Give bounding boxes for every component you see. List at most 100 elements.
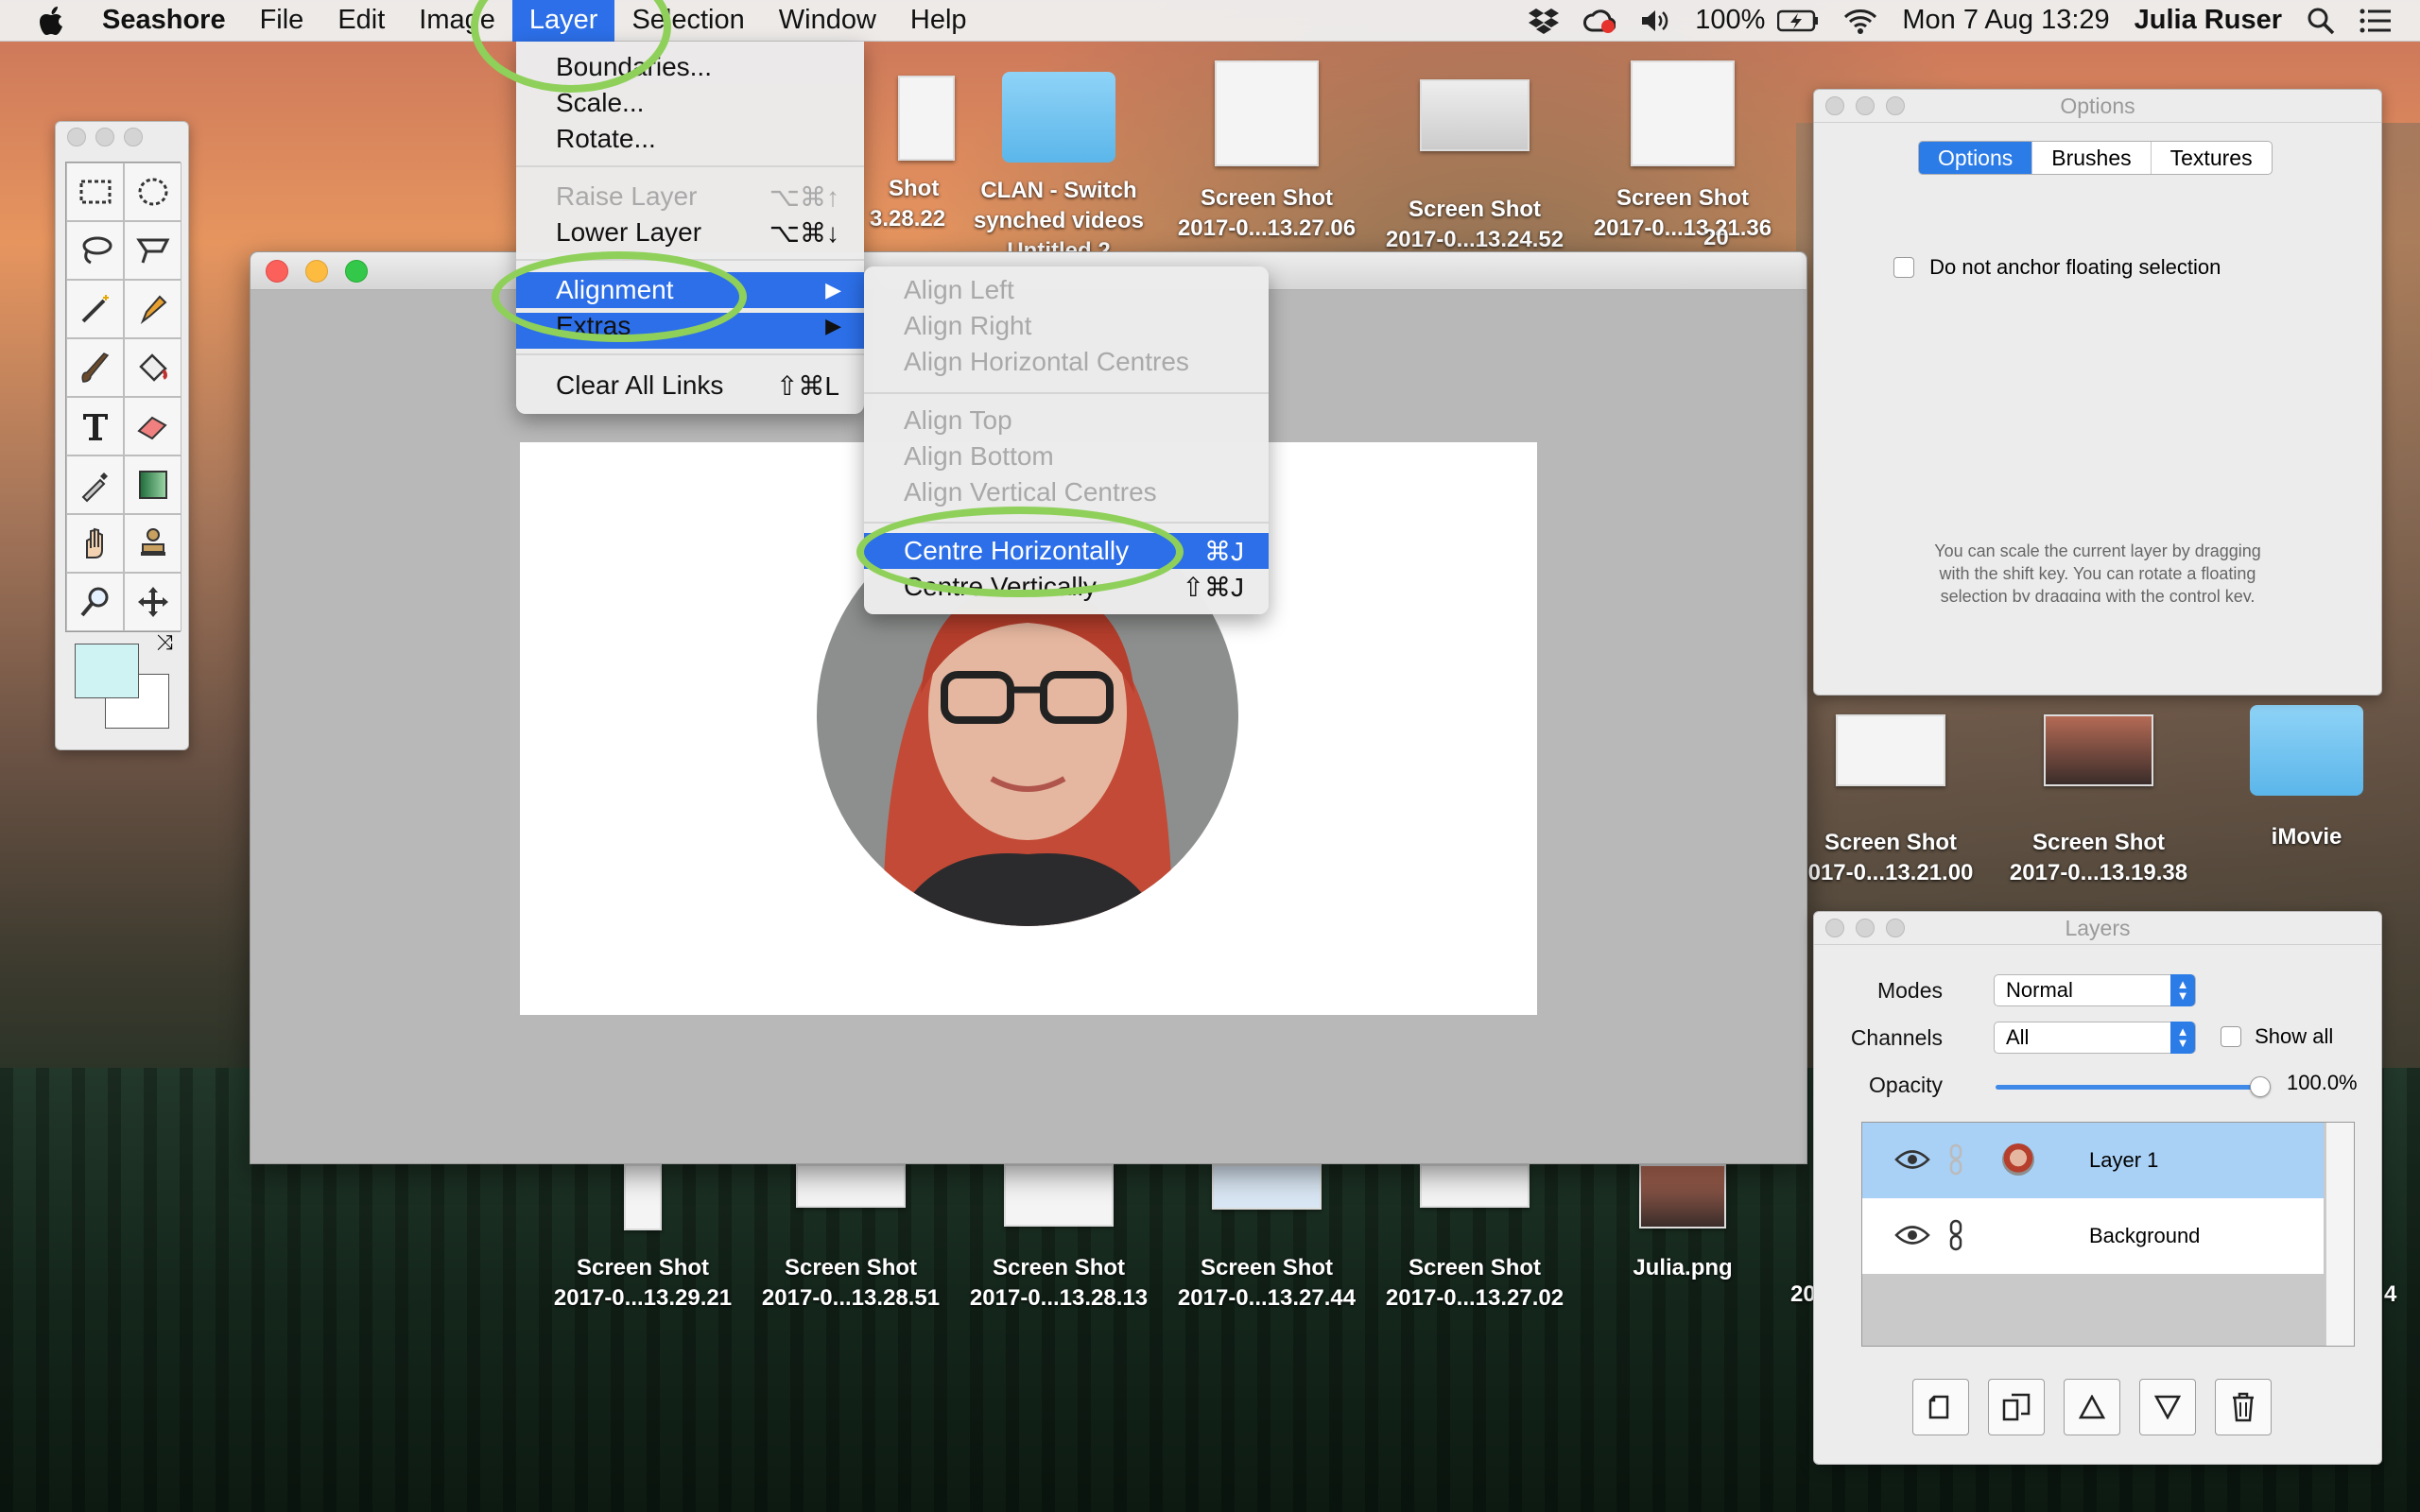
ellipse-select-tool[interactable]: [124, 163, 182, 221]
color-swatches: ⤨: [75, 630, 173, 738]
zoom-tool[interactable]: [66, 573, 124, 631]
eye-visibility-icon[interactable]: [1894, 1225, 1930, 1251]
dropbox-icon[interactable]: [1516, 0, 1571, 42]
close-button[interactable]: [1825, 919, 1844, 937]
menu-window[interactable]: Window: [762, 0, 893, 42]
layers-panel-title: Layers: [2065, 915, 2131, 940]
anchor-floating-checkbox[interactable]: [1893, 257, 1914, 279]
menu-item-rotate[interactable]: Rotate...: [516, 121, 864, 157]
modes-select[interactable]: Normal ▲ ▼: [1994, 974, 2196, 1006]
close-button[interactable]: [266, 259, 288, 283]
desktop-icon-screenshot[interactable]: Screen Shot 2017-0...13.27.44: [1163, 1164, 1371, 1314]
menu-item-clear-all-links[interactable]: Clear All Links ⇧⌘L: [516, 368, 864, 404]
gradient-tool[interactable]: [124, 455, 182, 514]
clock[interactable]: Mon 7 Aug 13:29: [1890, 0, 2121, 42]
desktop-icon-partial[interactable]: 20: [1703, 223, 1741, 253]
foreground-color-swatch[interactable]: [75, 644, 139, 698]
desktop-icon-screenshot[interactable]: Screen Shot 2017-0...13.28.51: [747, 1164, 955, 1314]
layer-row-background[interactable]: Background: [1862, 1198, 2324, 1274]
user-name[interactable]: Julia Ruser: [2122, 0, 2294, 42]
duplicate-layer-button[interactable]: [1988, 1379, 2045, 1435]
text-tool[interactable]: [66, 397, 124, 455]
desktop-icon-screenshot[interactable]: Screen Shot 2017-0...13.28.13: [955, 1164, 1163, 1314]
chain-link-icon[interactable]: [1949, 1219, 1962, 1257]
zoom-button[interactable]: [345, 259, 368, 283]
pencil-tool[interactable]: [124, 280, 182, 338]
smudge-tool[interactable]: [66, 514, 124, 573]
show-all-option: Show all: [2221, 1023, 2333, 1049]
menu-separator: [516, 165, 864, 167]
raise-layer-button[interactable]: [2064, 1379, 2120, 1435]
eye-visibility-icon[interactable]: [1894, 1149, 1930, 1176]
desktop-icon-julia-png[interactable]: Julia.png: [1579, 1164, 1787, 1283]
apple-icon[interactable]: [36, 4, 70, 38]
opacity-slider-knob[interactable]: [2250, 1076, 2271, 1097]
zoom-button[interactable]: [124, 128, 143, 146]
new-layer-button[interactable]: [1912, 1379, 1969, 1435]
eyedropper-tool[interactable]: [66, 455, 124, 514]
tab-options[interactable]: Options: [1919, 142, 2032, 174]
swap-colors-icon[interactable]: ⤨: [156, 630, 173, 655]
rect-select-tool[interactable]: [66, 163, 124, 221]
clone-tool[interactable]: [124, 514, 182, 573]
opacity-slider-track[interactable]: [1996, 1085, 2260, 1090]
layer-list-scrollbar[interactable]: [2325, 1123, 2354, 1346]
move-tool[interactable]: [124, 573, 182, 631]
minimize-button[interactable]: [1856, 96, 1875, 115]
eraser-tool[interactable]: [124, 397, 182, 455]
notification-center-icon[interactable]: [2347, 0, 2420, 42]
layer-row-layer1[interactable]: Layer 1: [1862, 1123, 2324, 1198]
battery-icon[interactable]: [1777, 0, 1831, 42]
menu-help[interactable]: Help: [893, 0, 984, 42]
wifi-icon[interactable]: [1831, 0, 1890, 42]
volume-icon[interactable]: [1628, 0, 1683, 42]
menu-edit[interactable]: Edit: [320, 0, 402, 42]
menu-app-seashore[interactable]: Seashore: [102, 0, 243, 42]
eyedropper-icon: [81, 472, 108, 503]
desktop-icon-screenshot[interactable]: Screen Shot 2017-0...13.29.21: [539, 1164, 747, 1314]
desktop-icon-partial[interactable]: 4: [2384, 1280, 2412, 1310]
close-button[interactable]: [1825, 96, 1844, 115]
desktop-icon-screenshot[interactable]: Screen Shot 2017-0...13.21.36: [1579, 60, 1787, 244]
desktop-icon-screenshot[interactable]: Screen Shot 2017-0...13.27.06: [1163, 60, 1371, 244]
zoom-button[interactable]: [1886, 96, 1905, 115]
menu-item-lower-layer[interactable]: Lower Layer ⌥⌘↓: [516, 215, 864, 250]
opacity-label: Opacity: [1869, 1073, 1943, 1097]
spotlight-icon[interactable]: [2294, 0, 2347, 42]
lasso-icon: [82, 236, 112, 265]
screenshot-thumbnail: [1420, 79, 1530, 151]
show-all-checkbox[interactable]: [2221, 1026, 2241, 1048]
opacity-value: 100.0%: [2287, 1071, 2358, 1094]
menu-item-align-bottom: Align Bottom: [904, 441, 1054, 471]
layer-name: Background: [2089, 1224, 2201, 1247]
desktop-folder-clan-switch[interactable]: CLAN - Switch synched videos Untitled 2: [955, 72, 1163, 251]
lasso-tool[interactable]: [66, 221, 124, 280]
brush-tool[interactable]: [66, 338, 124, 397]
menu-item-align-right: Align Right: [904, 311, 1032, 340]
desktop-icon-screenshot[interactable]: Screen Shot 017-0...13.21.00: [1787, 714, 1995, 888]
minimize-button[interactable]: [305, 259, 328, 283]
tab-brushes[interactable]: Brushes: [2031, 142, 2150, 174]
zoom-button[interactable]: [1886, 919, 1905, 937]
minimize-button[interactable]: [1856, 919, 1875, 937]
desktop-icon-screenshot[interactable]: Screen Shot 2017-0...13.19.38: [1995, 714, 2203, 888]
channels-select[interactable]: All ▲ ▼: [1994, 1022, 2196, 1054]
desktop-icon-screenshot[interactable]: Screen Shot 2017-0...13.24.52: [1371, 79, 1579, 255]
magic-wand-tool[interactable]: [66, 280, 124, 338]
lower-layer-button[interactable]: [2139, 1379, 2196, 1435]
close-button[interactable]: [67, 128, 86, 146]
desktop-icon-screenshot[interactable]: Screen Shot 2017-0...13.27.02: [1371, 1164, 1579, 1314]
screenshot-thumbnail: [1215, 60, 1319, 166]
polygon-lasso-tool[interactable]: [124, 221, 182, 280]
delete-layer-button[interactable]: [2215, 1379, 2272, 1435]
eraser-icon: [136, 416, 167, 440]
tab-textures[interactable]: Textures: [2150, 142, 2272, 174]
desktop-folder-imovie[interactable]: iMovie: [2203, 705, 2411, 852]
gradient-icon: [138, 471, 167, 499]
minimize-button[interactable]: [95, 128, 114, 146]
creative-cloud-icon[interactable]: [1571, 0, 1628, 42]
menu-file[interactable]: File: [243, 0, 321, 42]
fill-tool[interactable]: [124, 338, 182, 397]
chain-link-icon[interactable]: [1949, 1143, 1962, 1181]
layers-panel-titlebar: Layers: [1814, 912, 2381, 944]
